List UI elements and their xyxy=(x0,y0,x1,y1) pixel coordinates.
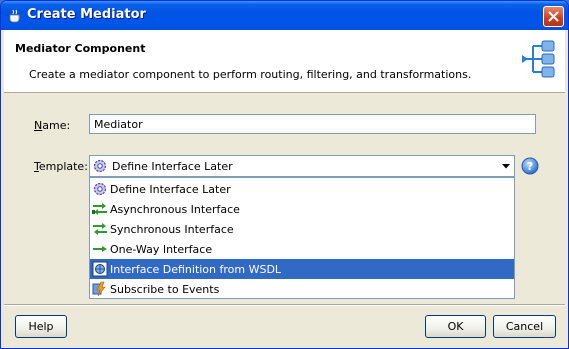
name-input[interactable]: Mediator xyxy=(89,114,536,134)
template-dropdown-list[interactable]: Define Interface Later Asynchronous Inte… xyxy=(89,177,515,299)
name-label: Name: xyxy=(34,119,70,132)
template-combobox[interactable]: Define Interface Later xyxy=(89,155,515,177)
coffee-cup-icon xyxy=(9,9,21,23)
template-option-label: Define Interface Later xyxy=(110,183,231,196)
cancel-button[interactable]: Cancel xyxy=(493,315,556,338)
header-description: Create a mediator component to perform r… xyxy=(29,68,472,81)
template-option-one-way[interactable]: One-Way Interface xyxy=(90,239,514,259)
template-selected-value: Define Interface Later xyxy=(112,160,233,173)
create-mediator-dialog: Create Mediator Mediator Component Creat… xyxy=(0,0,569,349)
template-option-label: One-Way Interface xyxy=(110,243,213,256)
template-option-label: Interface Definition from WSDL xyxy=(110,263,282,276)
chevron-down-icon[interactable] xyxy=(500,160,512,172)
event-bolt-icon xyxy=(92,281,106,297)
window-title: Create Mediator xyxy=(27,7,146,22)
template-label: Template: xyxy=(34,160,88,173)
title-bar[interactable]: Create Mediator xyxy=(1,1,568,30)
dialog-header: Mediator Component Create a mediator com… xyxy=(4,30,565,93)
one-way-arrow-icon xyxy=(93,246,107,252)
template-option-wsdl[interactable]: Interface Definition from WSDL xyxy=(90,259,514,279)
name-label-text: ame: xyxy=(42,119,71,132)
gear-icon xyxy=(93,182,107,196)
template-option-asynchronous[interactable]: Asynchronous Interface xyxy=(90,199,514,219)
mediator-routing-icon xyxy=(522,40,555,78)
gear-icon xyxy=(93,159,107,173)
help-icon[interactable]: ? xyxy=(521,157,539,175)
header-title: Mediator Component xyxy=(15,42,146,55)
template-label-text: emplate: xyxy=(38,160,88,173)
async-arrows-icon xyxy=(92,203,107,215)
footer-divider xyxy=(4,304,565,306)
sync-arrows-icon xyxy=(93,223,107,235)
template-option-define-later[interactable]: Define Interface Later xyxy=(90,179,514,199)
close-icon xyxy=(548,11,559,22)
svg-text:?: ? xyxy=(527,160,533,173)
help-button[interactable]: Help xyxy=(15,315,67,338)
template-option-label: Subscribe to Events xyxy=(110,283,220,296)
wsdl-icon xyxy=(92,261,108,277)
template-option-synchronous[interactable]: Synchronous Interface xyxy=(90,219,514,239)
close-button[interactable] xyxy=(543,6,564,27)
name-label-mnemonic: N xyxy=(34,119,43,132)
template-option-label: Asynchronous Interface xyxy=(110,203,240,216)
template-option-subscribe-events[interactable]: Subscribe to Events xyxy=(90,279,514,299)
ok-button[interactable]: OK xyxy=(425,315,486,338)
template-option-label: Synchronous Interface xyxy=(110,223,234,236)
